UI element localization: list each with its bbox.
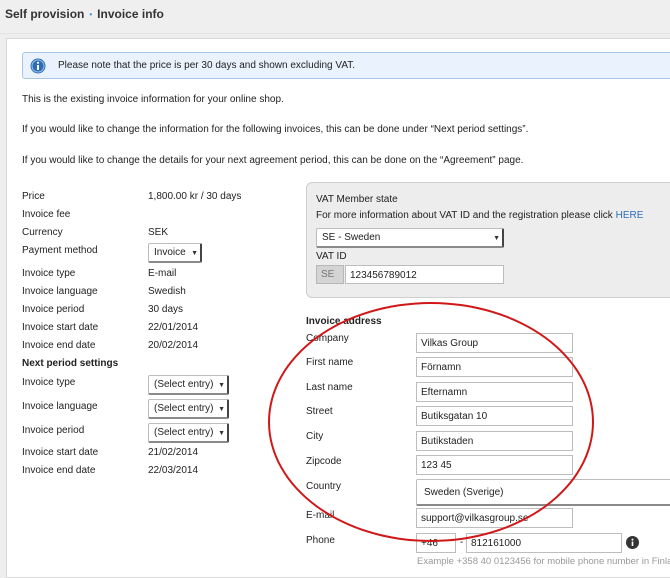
notice-text: Please note that the price is per 30 day…: [58, 60, 356, 71]
next-language-label: Invoice language: [22, 401, 98, 412]
next-invoice-period-value: (Select entry): [154, 427, 214, 438]
chevron-down-icon: ▼: [218, 430, 225, 437]
next-invoice-language-select[interactable]: (Select entry) ▼: [148, 399, 229, 419]
chevron-down-icon: ▼: [191, 250, 198, 257]
vat-info-text: For more information about VAT ID and th…: [316, 210, 613, 221]
breadcrumb-current: Invoice info: [97, 7, 164, 21]
top-bar: Self provision • Invoice info: [0, 0, 670, 34]
next-end-label: Invoice end date: [22, 465, 96, 476]
next-invoice-type-select[interactable]: (Select entry) ▼: [148, 375, 229, 395]
payment-method-label: Payment method: [22, 245, 98, 256]
chevron-down-icon: ▼: [493, 235, 500, 242]
payment-method-value: Invoice: [154, 247, 186, 258]
chevron-down-icon: ▼: [218, 406, 225, 413]
breadcrumb: Self provision • Invoice info: [5, 7, 164, 21]
invoice-type-value: E-mail: [148, 268, 177, 279]
currency-value: SEK: [148, 227, 169, 238]
breadcrumb-root[interactable]: Self provision: [5, 7, 84, 21]
city-label: City: [306, 431, 324, 442]
invoice-period-label: Invoice period: [22, 304, 85, 315]
invoice-period-value: 30 days: [148, 304, 184, 315]
currency-label: Currency: [22, 227, 63, 238]
next-period-heading: Next period settings: [22, 358, 119, 369]
zipcode-input[interactable]: 123 45: [416, 455, 573, 475]
next-start-label: Invoice start date: [22, 447, 99, 458]
country-select[interactable]: Sweden (Sverige): [416, 479, 670, 506]
payment-method-select[interactable]: Invoice ▼: [148, 243, 202, 263]
street-input[interactable]: Butiksgatan 10: [416, 406, 573, 426]
phone-label: Phone: [306, 535, 335, 546]
info-icon[interactable]: [626, 536, 639, 549]
invoice-start-value: 22/01/2014: [148, 322, 199, 333]
last-name-label: Last name: [306, 382, 353, 393]
invoice-end-label: Invoice end date: [22, 340, 96, 351]
chevron-down-icon: ▼: [218, 382, 225, 389]
country-label: Country: [306, 481, 342, 492]
next-period-label: Invoice period: [22, 425, 85, 436]
next-type-label: Invoice type: [22, 377, 76, 388]
phone-input[interactable]: 812161000: [466, 533, 622, 553]
vat-info-link[interactable]: HERE: [616, 210, 644, 221]
phone-separator: -: [460, 537, 464, 548]
breadcrumb-separator: •: [89, 10, 93, 19]
invoice-language-value: Swedish: [148, 286, 186, 297]
last-name-input[interactable]: Efternamn: [416, 382, 573, 402]
email-input[interactable]: support@vilkasgroup.se: [416, 508, 573, 528]
next-end-value: 22/03/2014: [148, 465, 199, 476]
phone-prefix-input[interactable]: +46: [416, 533, 456, 553]
street-label: Street: [306, 406, 333, 417]
next-invoice-language-value: (Select entry): [154, 403, 214, 414]
next-start-value: 21/02/2014: [148, 447, 199, 458]
country-value: Sweden (Sverige): [424, 487, 504, 498]
intro-next-period: If you would like to change the details …: [22, 155, 524, 166]
invoice-language-label: Invoice language: [22, 286, 98, 297]
vat-info: For more information about VAT ID and th…: [316, 210, 643, 221]
first-name-input[interactable]: Förnamn: [416, 357, 573, 377]
city-input[interactable]: Butikstaden: [416, 431, 573, 451]
invoice-end-value: 20/02/2014: [148, 340, 199, 351]
vat-id-input[interactable]: 123456789012: [345, 265, 504, 284]
price-value: 1,800.00 kr / 30 days: [148, 191, 242, 202]
price-label: Price: [22, 191, 45, 202]
info-icon: [30, 58, 46, 74]
email-label: E-mail: [306, 510, 335, 521]
vat-id-prefix: SE: [316, 265, 344, 284]
invoice-type-label: Invoice type: [22, 268, 76, 279]
invoice-address-heading: Invoice address: [306, 316, 382, 327]
company-label: Company: [306, 333, 349, 344]
vat-notice: Please note that the price is per 30 day…: [22, 52, 670, 79]
intro-existing: This is the existing invoice information…: [22, 94, 284, 105]
vat-title: VAT Member state: [316, 194, 398, 205]
company-input[interactable]: Vilkas Group: [416, 333, 573, 353]
vat-state-select[interactable]: SE - Sweden ▼: [316, 228, 504, 248]
vat-id-label: VAT ID: [316, 251, 347, 262]
vat-state-value: SE - Sweden: [322, 232, 381, 243]
phone-hint: Example +358 40 0123456 for mobile phone…: [417, 556, 670, 567]
zipcode-label: Zipcode: [306, 456, 342, 467]
next-invoice-type-value: (Select entry): [154, 379, 214, 390]
invoice-start-label: Invoice start date: [22, 322, 99, 333]
intro-following: If you would like to change the informat…: [22, 124, 529, 135]
first-name-label: First name: [306, 357, 354, 368]
invoice-fee-label: Invoice fee: [22, 209, 71, 220]
next-invoice-period-select[interactable]: (Select entry) ▼: [148, 423, 229, 443]
